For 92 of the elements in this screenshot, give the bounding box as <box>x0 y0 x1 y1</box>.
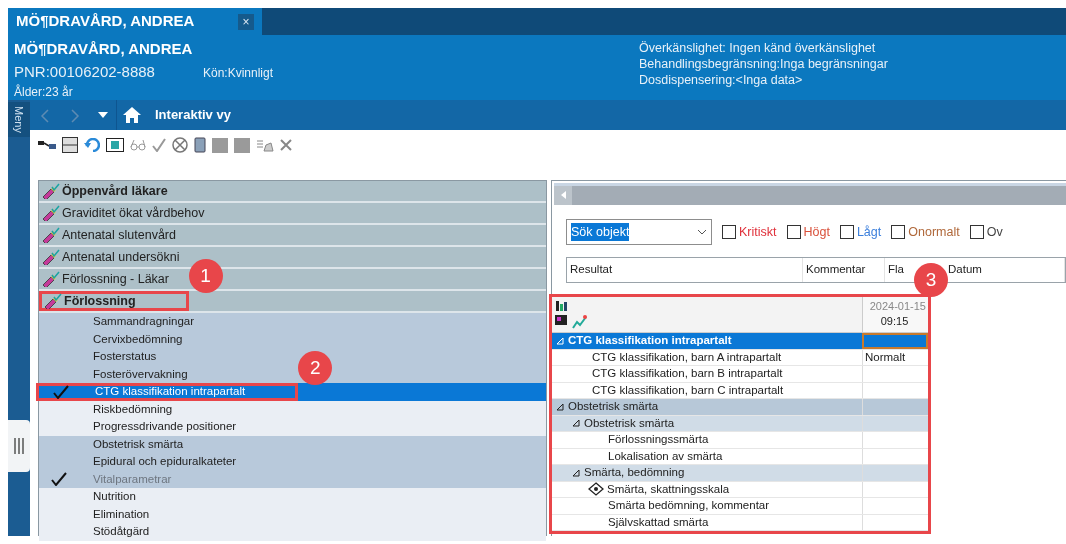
chevron-down-icon <box>697 229 707 235</box>
patient-age: Ålder:23 år <box>14 83 74 101</box>
grid-row[interactable]: CTG klassifikation intrapartalt <box>552 333 928 350</box>
patient-gender: Kön:Kvinnligt <box>202 64 273 82</box>
item-label: Elimination <box>93 506 150 522</box>
item-label: Riskbedömning <box>93 401 173 417</box>
grid-row[interactable]: Smärta, bedömning <box>552 465 928 482</box>
column-date: 2024-01-15 <box>868 299 926 314</box>
item-label: CTG klassifikation intrapartalt <box>95 384 246 400</box>
chevron-left-icon <box>40 108 50 123</box>
category-item[interactable]: Förlossning - Läkar <box>62 269 169 289</box>
item-label: Fosterövervakning <box>93 366 188 382</box>
grip-handle-icon[interactable] <box>8 420 30 472</box>
row-label: CTG klassifikation, barn C intrapartalt <box>592 382 784 398</box>
square-icon[interactable] <box>234 137 250 153</box>
item-label: Stödåtgärd <box>93 524 150 540</box>
column-header[interactable]: Kommentar <box>803 258 885 282</box>
patient-tab[interactable]: MÖ¶DRAVÅRD, ANDREA × <box>8 8 262 35</box>
list-item[interactable]: Stödåtgärd <box>39 523 546 541</box>
row-label: Smärta, bedömning <box>584 465 685 481</box>
filter-checkbox[interactable]: Kritiskt <box>722 222 777 242</box>
undo-icon[interactable] <box>84 138 100 152</box>
list-item[interactable]: Epidural och epiduralkateter <box>39 453 546 471</box>
row-label: CTG klassifikation, barn A intrapartalt <box>592 349 782 365</box>
row-label: Smärta bedömning, kommentar <box>608 498 770 514</box>
filter-checkbox[interactable]: Onormalt <box>891 222 960 242</box>
item-label: Fosterstatus <box>93 349 157 365</box>
row-label: Obstetrisk smärta <box>568 399 659 415</box>
patient-info-line: Behandlingsbegränsning:Inga begränsningar <box>639 56 889 72</box>
triangle-left-icon <box>560 191 566 200</box>
glasses-icon[interactable] <box>130 139 146 151</box>
item-label: Sammandragningar <box>93 314 194 330</box>
row-label: CTG klassifikation, barn B intrapartalt <box>592 366 783 382</box>
patient-info-line: Dosdispensering:<Inga data> <box>639 72 804 88</box>
chart-tools-icon[interactable] <box>554 298 588 330</box>
grid-row[interactable]: Självskattad smärta <box>552 514 928 531</box>
home-icon[interactable] <box>123 107 141 123</box>
item-label: Progressdrivande positioner <box>93 419 237 435</box>
list-item[interactable]: Sammandragningar <box>39 313 546 331</box>
column-header[interactable]: Fla <box>885 258 909 282</box>
list-item[interactable]: Nutrition <box>39 488 546 506</box>
cancel-circle-icon[interactable] <box>172 137 188 153</box>
category-item[interactable]: Förlossning <box>64 291 136 311</box>
item-label: Vitalparametrar <box>93 471 172 487</box>
patient-info-line: Överkänslighet: Ingen känd överkänslighet <box>639 40 877 56</box>
grid-row[interactable]: CTG klassifikation, barn A intrapartalt Normalt <box>552 349 928 366</box>
category-item[interactable]: Öppenvård läkare <box>62 181 168 201</box>
filter-checkbox[interactable]: Lågt <box>839 222 882 242</box>
panel-icon[interactable] <box>106 138 124 152</box>
patient-id: PNR:00106202-8888 <box>14 61 155 82</box>
grid-row[interactable]: CTG klassifikation, barn B intrapartalt <box>552 366 928 383</box>
column-time: 09:15 <box>879 314 910 329</box>
search-value: Sök objekt <box>571 222 630 242</box>
list-item[interactable]: Progressdrivande positioner <box>39 418 546 436</box>
row-value: Normalt <box>865 349 906 365</box>
checkmark-icon[interactable] <box>152 138 166 152</box>
grid-row[interactable]: Förlossningssmärta <box>552 432 928 449</box>
grid-row[interactable]: Obstetrisk smärta <box>552 399 928 416</box>
menu-tab[interactable]: Meny <box>7 102 31 137</box>
pencil-check-icon <box>44 293 62 309</box>
rows-icon[interactable] <box>62 137 78 153</box>
pencil-check-icon <box>42 271 60 287</box>
row-label: Lokalisation av smärta <box>608 448 723 464</box>
row-label: CTG klassifikation intrapartalt <box>568 333 732 349</box>
patient-name: MÖ¶DRAVÅRD, ANDREA <box>14 39 194 59</box>
row-label: Smärta, skattningsskala <box>607 481 730 497</box>
grid-row[interactable]: Smärta bedömning, kommentar <box>552 498 928 515</box>
item-label: Nutrition <box>93 489 136 505</box>
close-icon[interactable] <box>280 139 292 151</box>
column-header[interactable]: Resultat <box>567 258 803 282</box>
pencil-check-icon <box>42 227 60 243</box>
tab-title: MÖ¶DRAVÅRD, ANDREA <box>16 11 195 32</box>
row-label: Förlossningssmärta <box>608 432 709 448</box>
connector-icon[interactable] <box>38 138 56 152</box>
item-label: Obstetrisk smärta <box>93 436 184 452</box>
diamond-icon <box>588 482 604 497</box>
close-button[interactable]: × <box>238 13 254 30</box>
filter-checkbox[interactable]: Högt <box>786 222 830 242</box>
list-item[interactable]: CTG klassifikation intrapartalt <box>39 383 546 401</box>
row-label: Självskattad smärta <box>608 514 709 530</box>
search-dropdown[interactable]: Sök objekt <box>566 219 712 245</box>
view-title: Interaktiv vy <box>155 106 231 125</box>
grid-row[interactable]: Smärta, skattningsskala <box>552 481 928 498</box>
row-label: Obstetrisk smärta <box>584 415 675 431</box>
pencil-check-icon <box>42 183 60 199</box>
filter-checkbox[interactable]: Ov <box>969 222 1003 242</box>
item-label: Epidural och epiduralkateter <box>93 454 237 470</box>
pencil-check-icon <box>42 205 60 221</box>
chevron-right-icon <box>70 108 80 123</box>
item-label: Cervixbedömning <box>93 331 183 347</box>
pencil-check-icon <box>42 249 60 265</box>
dropdown-caret-icon[interactable] <box>98 112 108 118</box>
